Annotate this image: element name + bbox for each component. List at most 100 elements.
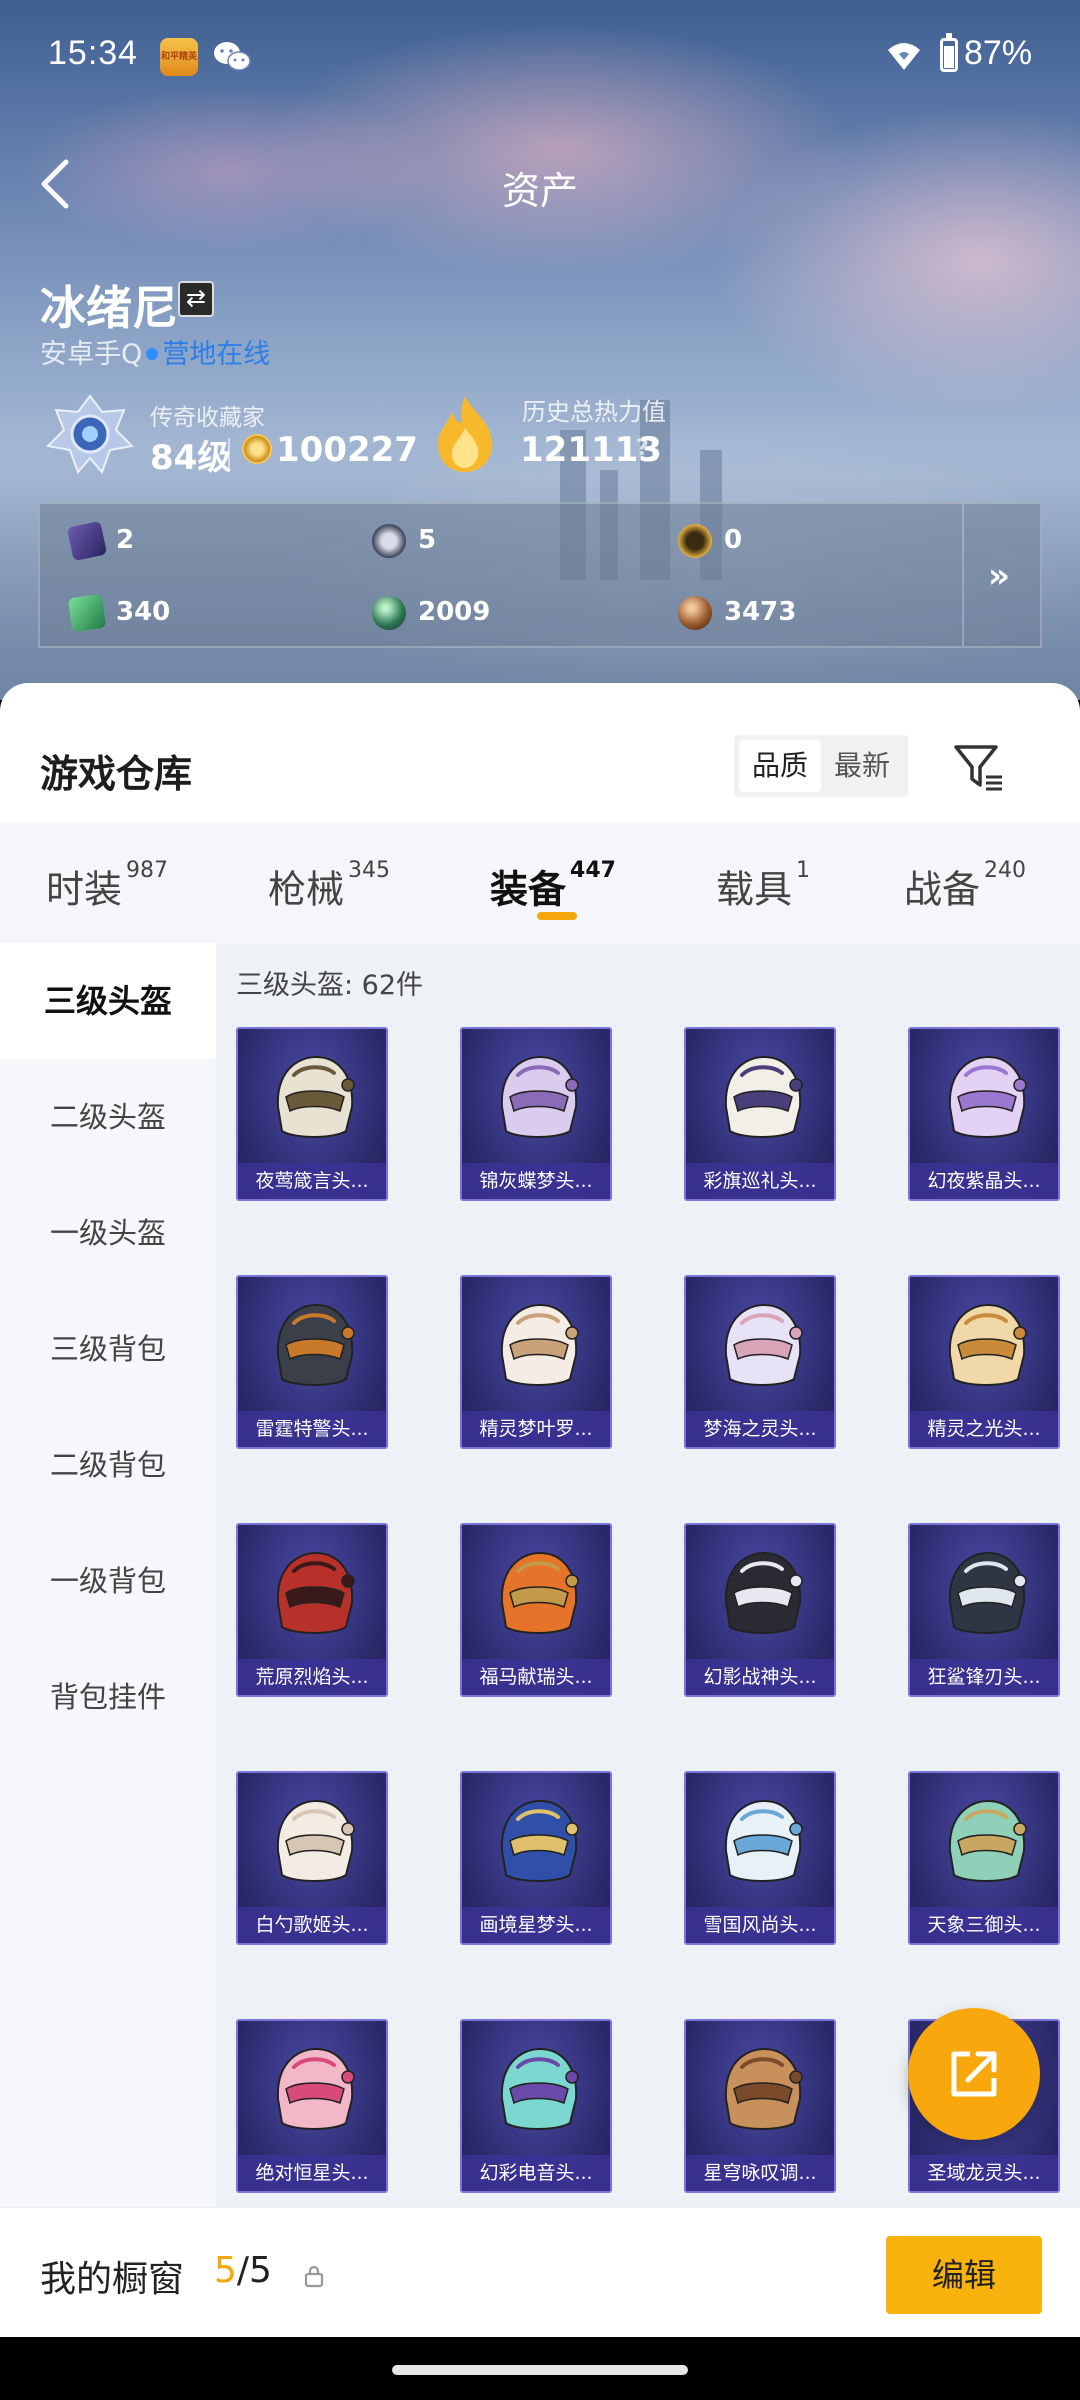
subcategory-item[interactable]: 一级头盔 (0, 1175, 216, 1291)
helmet-icon (276, 1551, 355, 1634)
status-bar: 15:34 和平精英 87% (0, 0, 1080, 112)
item-card[interactable]: 绝对恒星头... (236, 2019, 388, 2193)
category-tabs: 时装 987 枪械 345 装备 447 载具 1 战备 240 (0, 823, 1080, 943)
tab-supplies[interactable]: 战备 240 (904, 823, 1026, 943)
item-name: 星穹咏叹调... (686, 2155, 834, 2191)
lock-icon (304, 2265, 324, 2288)
subcategory-item[interactable]: 背包挂件 (0, 1639, 216, 1755)
share-button[interactable] (908, 2008, 1040, 2140)
battery-icon (940, 33, 958, 72)
item-name: 雪国风尚头... (686, 1907, 834, 1943)
item-name: 彩旗巡礼头... (686, 1163, 834, 1199)
item-card[interactable]: 雪国风尚头... (684, 1771, 836, 1945)
user-name: 冰绪尼 (40, 281, 178, 335)
expand-arrow-icon[interactable]: » (988, 556, 1010, 596)
item-card[interactable]: 彩旗巡礼头... (684, 1027, 836, 1201)
currency-item: 2 (66, 520, 134, 561)
gold-coin-icon (678, 523, 712, 558)
sort-by-newest[interactable]: 最新 (821, 740, 903, 792)
tab-equipment[interactable]: 装备 447 (490, 823, 616, 943)
helmet-icon (724, 1799, 803, 1882)
subcategory-item[interactable]: 二级背包 (0, 1407, 216, 1523)
showcase-count: 5/5 (214, 2250, 272, 2291)
helmet-icon (500, 2047, 579, 2130)
subcategory-item[interactable]: 一级背包 (0, 1523, 216, 1639)
showcase-label: 我的橱窗 (40, 2259, 185, 2300)
platform-label: 安卓手Q (40, 339, 143, 370)
subcategory-item[interactable]: 三级背包 (0, 1291, 216, 1407)
card-icon (66, 520, 108, 561)
currency-value: 5 (418, 525, 437, 555)
item-card[interactable]: 雷霆特警头... (236, 1275, 388, 1449)
subcategory-item[interactable]: 三级头盔 (0, 943, 216, 1059)
heat-label: 历史总热力值 (522, 398, 666, 426)
item-name: 狂鲨锋刃头... (910, 1659, 1058, 1695)
item-card[interactable]: 画境星梦头... (460, 1771, 612, 1945)
item-card[interactable]: 白勺歌姬头... (236, 1771, 388, 1945)
item-name: 梦海之灵头... (686, 1411, 834, 1447)
helmet-icon (724, 1055, 803, 1138)
item-name: 画境星梦头... (462, 1907, 610, 1943)
helmet-icon (276, 1303, 355, 1386)
helmet-icon (276, 1799, 355, 1882)
helmet-icon (724, 2047, 803, 2130)
coin-balance: 100227 (276, 430, 418, 470)
switch-account-icon[interactable]: ⇄ (178, 281, 214, 317)
tab-vehicles[interactable]: 载具 1 (716, 823, 810, 943)
item-name: 夜莺箴言头... (238, 1163, 386, 1199)
helmet-icon (724, 1551, 803, 1634)
item-name: 圣域龙灵头... (910, 2155, 1058, 2191)
item-card[interactable]: 幻夜紫晶头... (908, 1027, 1060, 1201)
divider (228, 438, 230, 468)
helmet-icon (724, 1303, 803, 1386)
subcategory-item[interactable]: 二级头盔 (0, 1059, 216, 1175)
helmet-icon (948, 1551, 1027, 1634)
item-card[interactable]: 精灵之光头... (908, 1275, 1060, 1449)
ticket-icon (67, 593, 107, 632)
sort-toggle: 品质 最新 (734, 735, 908, 797)
item-name: 绝对恒星头... (238, 2155, 386, 2191)
item-card[interactable]: 福马献瑞头... (460, 1523, 612, 1697)
home-indicator[interactable] (392, 2365, 688, 2375)
warehouse-sheet: 游戏仓库 品质 最新 时装 987 枪械 345 装备 447 载具 1 战备 240 三… (0, 683, 1080, 2207)
currency-value: 340 (116, 597, 171, 627)
share-icon (951, 2051, 997, 2097)
currency-value: 3473 (724, 597, 797, 627)
item-card[interactable]: 狂鲨锋刃头... (908, 1523, 1060, 1697)
helmet-icon (948, 1799, 1027, 1882)
edit-button[interactable]: 编辑 (886, 2236, 1042, 2314)
item-name: 荒原烈焰头... (238, 1659, 386, 1695)
bronze-coin-icon (678, 595, 712, 630)
coin-icon (242, 434, 272, 464)
currency-item: 0 (678, 520, 742, 560)
sort-by-quality[interactable]: 品质 (739, 740, 821, 792)
item-card[interactable]: 星穹咏叹调... (684, 2019, 836, 2193)
helmet-icon (276, 2047, 355, 2130)
collector-level: 84级 (150, 438, 232, 478)
online-status: 营地在线 (162, 339, 271, 370)
currency-value: 0 (724, 525, 743, 555)
currency-panel[interactable]: 2 5 0 340 2009 3473 » (38, 502, 1042, 648)
item-card[interactable]: 天象三御头... (908, 1771, 1060, 1945)
item-card[interactable]: 幻彩电音头... (460, 2019, 612, 2193)
tab-fashion[interactable]: 时装 987 (46, 823, 168, 943)
helmet-icon (948, 1303, 1027, 1386)
filter-icon[interactable] (950, 739, 1006, 795)
divider (962, 504, 964, 646)
item-card[interactable]: 幻影战神头... (684, 1523, 836, 1697)
currency-value: 2009 (418, 597, 491, 627)
tab-firearms[interactable]: 枪械 345 (268, 823, 390, 943)
help-icon[interactable]: ? (636, 436, 649, 461)
helmet-icon (276, 1055, 355, 1138)
item-card[interactable]: 夜莺箴言头... (236, 1027, 388, 1201)
item-name: 精灵之光头... (910, 1411, 1058, 1447)
helmet-icon (500, 1551, 579, 1634)
item-card[interactable]: 精灵梦叶罗... (460, 1275, 612, 1449)
item-card[interactable]: 锦灰蝶梦头... (460, 1027, 612, 1201)
item-card[interactable]: 荒原烈焰头... (236, 1523, 388, 1697)
item-card[interactable]: 梦海之灵头... (684, 1275, 836, 1449)
medal-icon (372, 523, 406, 558)
helmet-icon (500, 1303, 579, 1386)
wechat-icon (214, 42, 251, 71)
item-name: 幻彩电音头... (462, 2155, 610, 2191)
